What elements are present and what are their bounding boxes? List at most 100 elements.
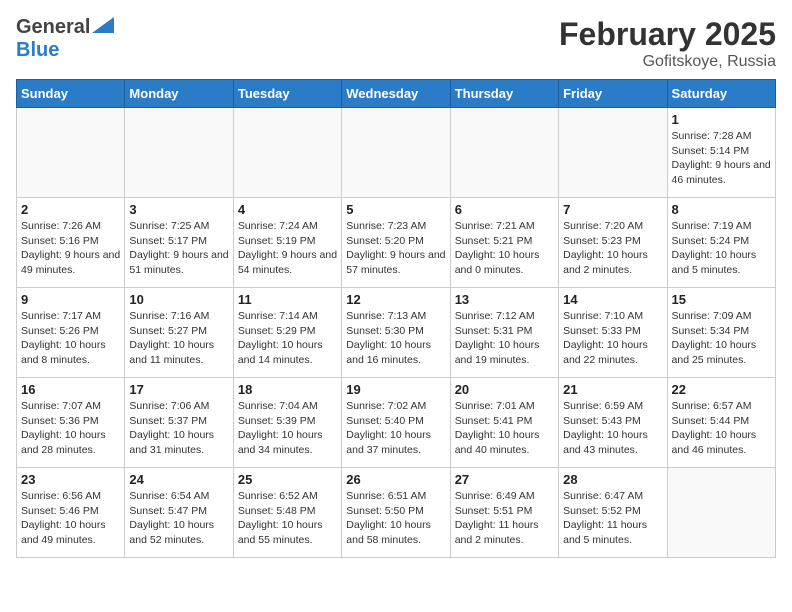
day-number: 1 (672, 112, 771, 127)
calendar-cell: 28Sunrise: 6:47 AM Sunset: 5:52 PM Dayli… (559, 468, 667, 558)
day-number: 11 (238, 292, 337, 307)
day-info: Sunrise: 7:17 AM Sunset: 5:26 PM Dayligh… (21, 309, 120, 368)
day-number: 21 (563, 382, 662, 397)
calendar-cell: 23 Sunrise: 6:56 AM Sunset: 5:46 PM Dayli… (17, 468, 125, 558)
day-info: Sunrise: 7:20 AM Sunset: 5:23 PM Dayligh… (563, 219, 662, 278)
day-number: 3 (129, 202, 228, 217)
calendar-cell: 25 Sunrise: 6:52 AM Sunset: 5:48 PM Dayli… (233, 468, 341, 558)
calendar-cell: 5 Sunrise: 7:23 AM Sunset: 5:20 PM Daylig… (342, 198, 450, 288)
day-number: 26 (346, 472, 445, 487)
day-info: Sunrise: 7:07 AM Sunset: 5:36 PM Dayligh… (21, 399, 120, 458)
day-info: Sunrise: 6:51 AM Sunset: 5:50 PM Dayligh… (346, 489, 445, 548)
day-info: Sunrise: 7:02 AM Sunset: 5:40 PM Dayligh… (346, 399, 445, 458)
logo: General Blue (16, 16, 114, 62)
day-info: Sunrise: 6:49 AM Sunset: 5:51 PM Dayligh… (455, 489, 554, 548)
day-info: Sunrise: 7:26 AM Sunset: 5:16 PM Dayligh… (21, 219, 120, 278)
day-info: Sunrise: 6:56 AM Sunset: 5:46 PM Dayligh… (21, 489, 120, 548)
calendar-cell: 26 Sunrise: 6:51 AM Sunset: 5:50 PM Dayli… (342, 468, 450, 558)
day-info: Sunrise: 7:23 AM Sunset: 5:20 PM Dayligh… (346, 219, 445, 278)
day-info: Sunrise: 7:28 AM Sunset: 5:14 PM Dayligh… (672, 129, 771, 188)
calendar-cell: 4 Sunrise: 7:24 AM Sunset: 5:19 PM Daylig… (233, 198, 341, 288)
calendar-week-row: 23 Sunrise: 6:56 AM Sunset: 5:46 PM Dayli… (17, 468, 776, 558)
logo-blue: Blue (16, 39, 59, 61)
day-number: 5 (346, 202, 445, 217)
calendar-cell: 15 Sunrise: 7:09 AM Sunset: 5:34 PM Dayli… (667, 288, 775, 378)
day-info: Sunrise: 6:47 AM Sunset: 5:52 PM Dayligh… (563, 489, 662, 548)
day-info: Sunrise: 7:14 AM Sunset: 5:29 PM Dayligh… (238, 309, 337, 368)
calendar-cell: 14 Sunrise: 7:10 AM Sunset: 5:33 PM Dayli… (559, 288, 667, 378)
day-number: 15 (672, 292, 771, 307)
calendar-cell: 18 Sunrise: 7:04 AM Sunset: 5:39 PM Dayli… (233, 378, 341, 468)
day-number: 25 (238, 472, 337, 487)
day-info: Sunrise: 7:04 AM Sunset: 5:39 PM Dayligh… (238, 399, 337, 458)
day-info: Sunrise: 6:52 AM Sunset: 5:48 PM Dayligh… (238, 489, 337, 548)
calendar-cell (17, 108, 125, 198)
day-info: Sunrise: 7:13 AM Sunset: 5:30 PM Dayligh… (346, 309, 445, 368)
day-number: 19 (346, 382, 445, 397)
calendar-cell (342, 108, 450, 198)
calendar-cell: 13 Sunrise: 7:12 AM Sunset: 5:31 PM Dayli… (450, 288, 558, 378)
day-number: 10 (129, 292, 228, 307)
calendar-table: SundayMondayTuesdayWednesdayThursdayFrid… (16, 79, 776, 558)
day-number: 13 (455, 292, 554, 307)
calendar-cell: 6 Sunrise: 7:21 AM Sunset: 5:21 PM Daylig… (450, 198, 558, 288)
day-number: 14 (563, 292, 662, 307)
weekday-header: Wednesday (342, 80, 450, 108)
day-number: 6 (455, 202, 554, 217)
calendar-cell: 2 Sunrise: 7:26 AM Sunset: 5:16 PM Daylig… (17, 198, 125, 288)
day-info: Sunrise: 6:59 AM Sunset: 5:43 PM Dayligh… (563, 399, 662, 458)
calendar-cell: 7 Sunrise: 7:20 AM Sunset: 5:23 PM Daylig… (559, 198, 667, 288)
day-number: 18 (238, 382, 337, 397)
calendar-cell: 11 Sunrise: 7:14 AM Sunset: 5:29 PM Dayli… (233, 288, 341, 378)
logo-general: General (16, 16, 90, 38)
weekday-header: Thursday (450, 80, 558, 108)
location-label: Gofitskoye, Russia (559, 53, 776, 71)
calendar-cell: 21 Sunrise: 6:59 AM Sunset: 5:43 PM Dayli… (559, 378, 667, 468)
calendar-week-row: 2 Sunrise: 7:26 AM Sunset: 5:16 PM Daylig… (17, 198, 776, 288)
day-info: Sunrise: 7:10 AM Sunset: 5:33 PM Dayligh… (563, 309, 662, 368)
calendar-cell: 20Sunrise: 7:01 AM Sunset: 5:41 PM Dayli… (450, 378, 558, 468)
day-info: Sunrise: 7:09 AM Sunset: 5:34 PM Dayligh… (672, 309, 771, 368)
day-info: Sunrise: 7:24 AM Sunset: 5:19 PM Dayligh… (238, 219, 337, 278)
day-info: Sunrise: 7:19 AM Sunset: 5:24 PM Dayligh… (672, 219, 771, 278)
day-number: 4 (238, 202, 337, 217)
month-year-title: February 2025 (559, 16, 776, 53)
calendar-cell: 22 Sunrise: 6:57 AM Sunset: 5:44 PM Dayli… (667, 378, 775, 468)
day-info: Sunrise: 6:57 AM Sunset: 5:44 PM Dayligh… (672, 399, 771, 458)
day-number: 2 (21, 202, 120, 217)
calendar-week-row: 1 Sunrise: 7:28 AM Sunset: 5:14 PM Daylig… (17, 108, 776, 198)
day-number: 8 (672, 202, 771, 217)
calendar-week-row: 16 Sunrise: 7:07 AM Sunset: 5:36 PM Dayli… (17, 378, 776, 468)
weekday-header: Friday (559, 80, 667, 108)
calendar-cell: 10 Sunrise: 7:16 AM Sunset: 5:27 PM Dayli… (125, 288, 233, 378)
calendar-cell: 19 Sunrise: 7:02 AM Sunset: 5:40 PM Dayli… (342, 378, 450, 468)
calendar-cell: 12 Sunrise: 7:13 AM Sunset: 5:30 PM Dayli… (342, 288, 450, 378)
day-number: 23 (21, 472, 120, 487)
day-info: Sunrise: 7:16 AM Sunset: 5:27 PM Dayligh… (129, 309, 228, 368)
page-header: General Blue February 2025 Gofitskoye, R… (16, 16, 776, 71)
calendar-cell: 27Sunrise: 6:49 AM Sunset: 5:51 PM Dayli… (450, 468, 558, 558)
calendar-cell: 9 Sunrise: 7:17 AM Sunset: 5:26 PM Daylig… (17, 288, 125, 378)
day-number: 24 (129, 472, 228, 487)
calendar-cell: 8 Sunrise: 7:19 AM Sunset: 5:24 PM Daylig… (667, 198, 775, 288)
calendar-cell: 16 Sunrise: 7:07 AM Sunset: 5:36 PM Dayli… (17, 378, 125, 468)
weekday-header: Saturday (667, 80, 775, 108)
calendar-cell (559, 108, 667, 198)
calendar-cell: 3Sunrise: 7:25 AM Sunset: 5:17 PM Daylig… (125, 198, 233, 288)
day-info: Sunrise: 7:21 AM Sunset: 5:21 PM Dayligh… (455, 219, 554, 278)
day-info: Sunrise: 7:12 AM Sunset: 5:31 PM Dayligh… (455, 309, 554, 368)
day-number: 16 (21, 382, 120, 397)
calendar-cell: 17Sunrise: 7:06 AM Sunset: 5:37 PM Dayli… (125, 378, 233, 468)
day-number: 9 (21, 292, 120, 307)
calendar-cell (667, 468, 775, 558)
day-number: 22 (672, 382, 771, 397)
day-number: 7 (563, 202, 662, 217)
logo-icon (92, 17, 114, 33)
calendar-cell: 24Sunrise: 6:54 AM Sunset: 5:47 PM Dayli… (125, 468, 233, 558)
day-number: 20 (455, 382, 554, 397)
calendar-week-row: 9 Sunrise: 7:17 AM Sunset: 5:26 PM Daylig… (17, 288, 776, 378)
calendar-cell: 1 Sunrise: 7:28 AM Sunset: 5:14 PM Daylig… (667, 108, 775, 198)
calendar-cell (450, 108, 558, 198)
day-number: 12 (346, 292, 445, 307)
day-info: Sunrise: 7:06 AM Sunset: 5:37 PM Dayligh… (129, 399, 228, 458)
